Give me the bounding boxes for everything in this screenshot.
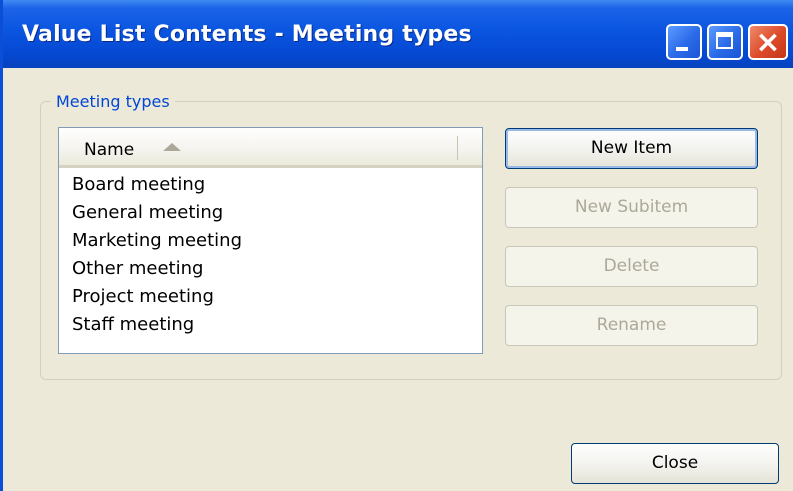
list-item[interactable]: Board meeting <box>72 171 205 199</box>
list-item[interactable]: Marketing meeting <box>72 227 242 255</box>
groupbox-label: Meeting types <box>51 92 175 112</box>
new-subitem-button[interactable]: New Subitem <box>505 187 758 228</box>
close-button[interactable]: Close <box>571 443 779 484</box>
list-item[interactable]: General meeting <box>72 199 223 227</box>
minimize-button[interactable] <box>666 24 702 60</box>
list-item[interactable]: Project meeting <box>72 283 214 311</box>
column-header-name[interactable]: Name <box>84 140 134 160</box>
new-item-button[interactable]: New Item <box>505 128 758 169</box>
list-item[interactable]: Other meeting <box>72 255 203 283</box>
list-header: Name <box>59 128 482 168</box>
rename-button[interactable]: Rename <box>505 305 758 346</box>
value-list[interactable]: Name Board meeting General meeting Marke… <box>58 127 483 354</box>
dialog-window: Value List Contents - Meeting types × Me… <box>0 0 793 491</box>
window-title: Value List Contents - Meeting types <box>22 22 472 47</box>
list-item[interactable]: Staff meeting <box>72 311 194 339</box>
maximize-button[interactable] <box>707 24 743 60</box>
close-icon: × <box>755 25 781 60</box>
column-divider[interactable] <box>457 136 458 160</box>
sort-ascending-icon <box>163 143 181 151</box>
title-bar[interactable]: Value List Contents - Meeting types × <box>3 0 793 68</box>
delete-button[interactable]: Delete <box>505 246 758 287</box>
close-window-button[interactable]: × <box>748 24 788 60</box>
